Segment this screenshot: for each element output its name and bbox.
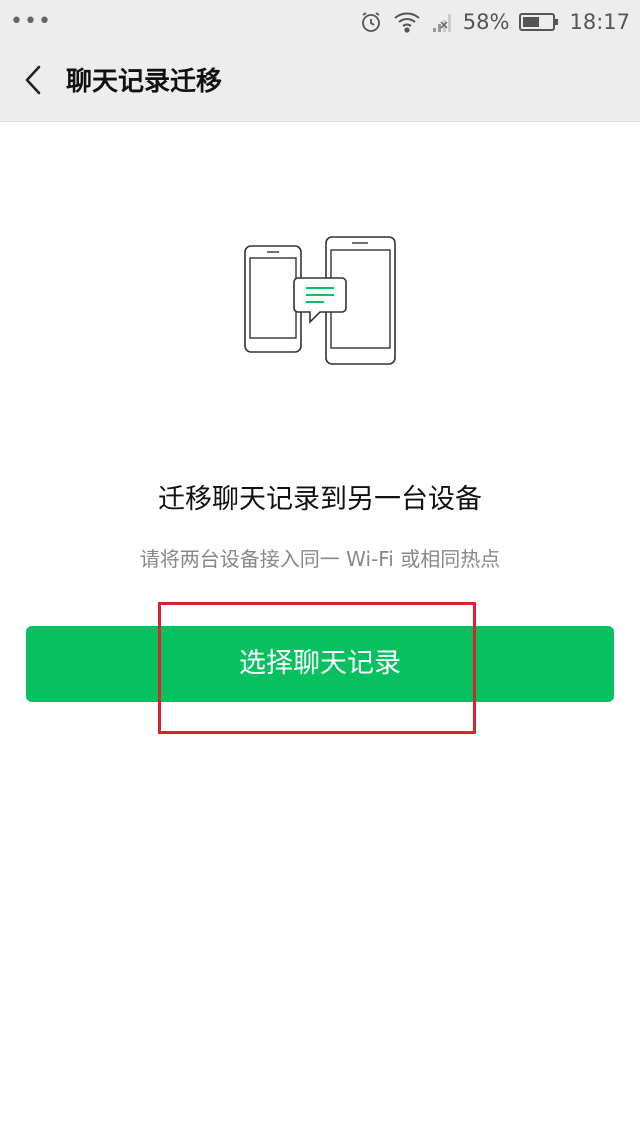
screen: ••• 58% 18:17 聊天记录迁移 迁移聊天记录到另一台设备 请将两台设备… <box>0 0 640 1138</box>
status-time: 18:17 <box>569 10 630 34</box>
status-bar: ••• 58% 18:17 <box>0 0 640 44</box>
subtext: 请将两台设备接入同一 Wi-Fi 或相同热点 <box>139 547 501 571</box>
page-title: 聊天记录迁移 <box>66 67 223 97</box>
headline: 迁移聊天记录到另一台设备 <box>158 484 482 515</box>
back-button[interactable] <box>14 62 54 102</box>
battery-icon <box>519 11 559 33</box>
phone-transfer-icon <box>240 232 400 368</box>
select-chat-history-button[interactable]: 选择聊天记录 <box>26 626 614 702</box>
status-right-group: 58% 18:17 <box>359 0 630 44</box>
wifi-icon <box>393 10 421 34</box>
chevron-left-icon <box>23 64 45 100</box>
alarm-clock-icon <box>359 10 383 34</box>
battery-percent: 58% <box>462 10 510 34</box>
no-signal-icon <box>431 10 453 34</box>
title-bar: 聊天记录迁移 <box>0 44 640 122</box>
status-menu-dots: ••• <box>10 9 52 34</box>
